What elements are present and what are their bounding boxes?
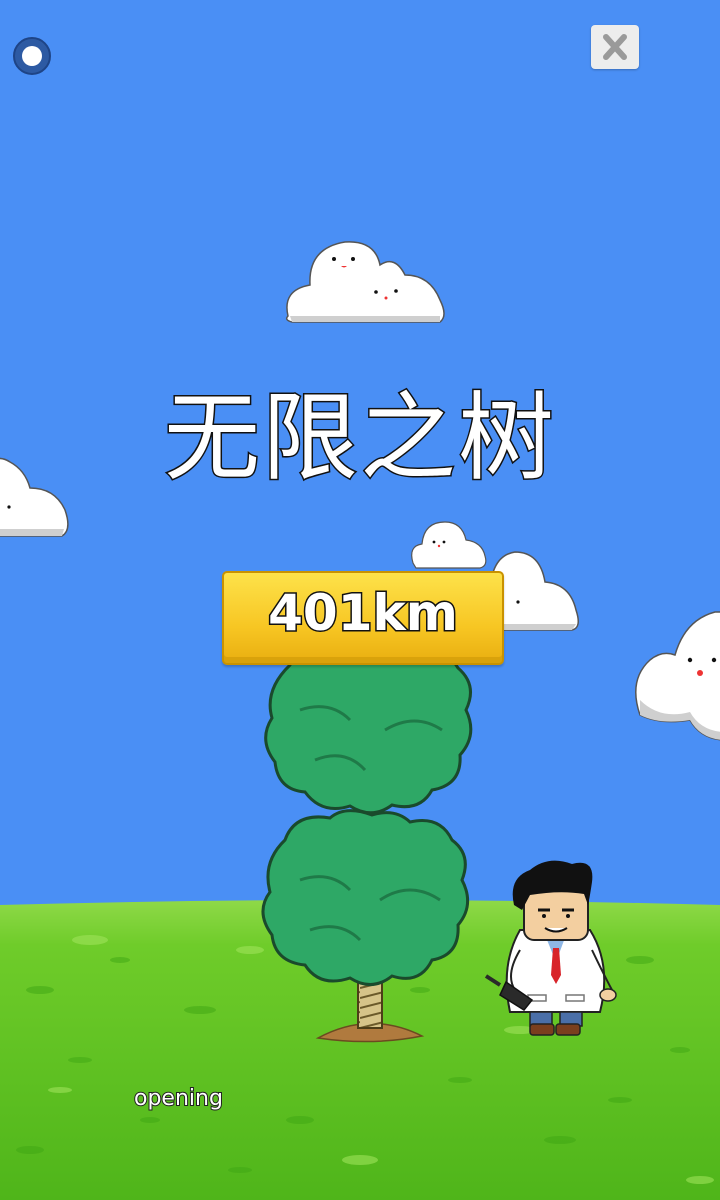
record-button-icon — [13, 37, 51, 75]
record-button[interactable] — [12, 36, 52, 76]
status-text: opening — [133, 1085, 224, 1112]
distance-button[interactable]: 401km — [222, 571, 504, 665]
close-icon — [603, 34, 627, 60]
distance-label: 401km — [267, 583, 460, 644]
game-title: 无限之树 — [163, 381, 556, 496]
close-button[interactable] — [591, 25, 639, 69]
